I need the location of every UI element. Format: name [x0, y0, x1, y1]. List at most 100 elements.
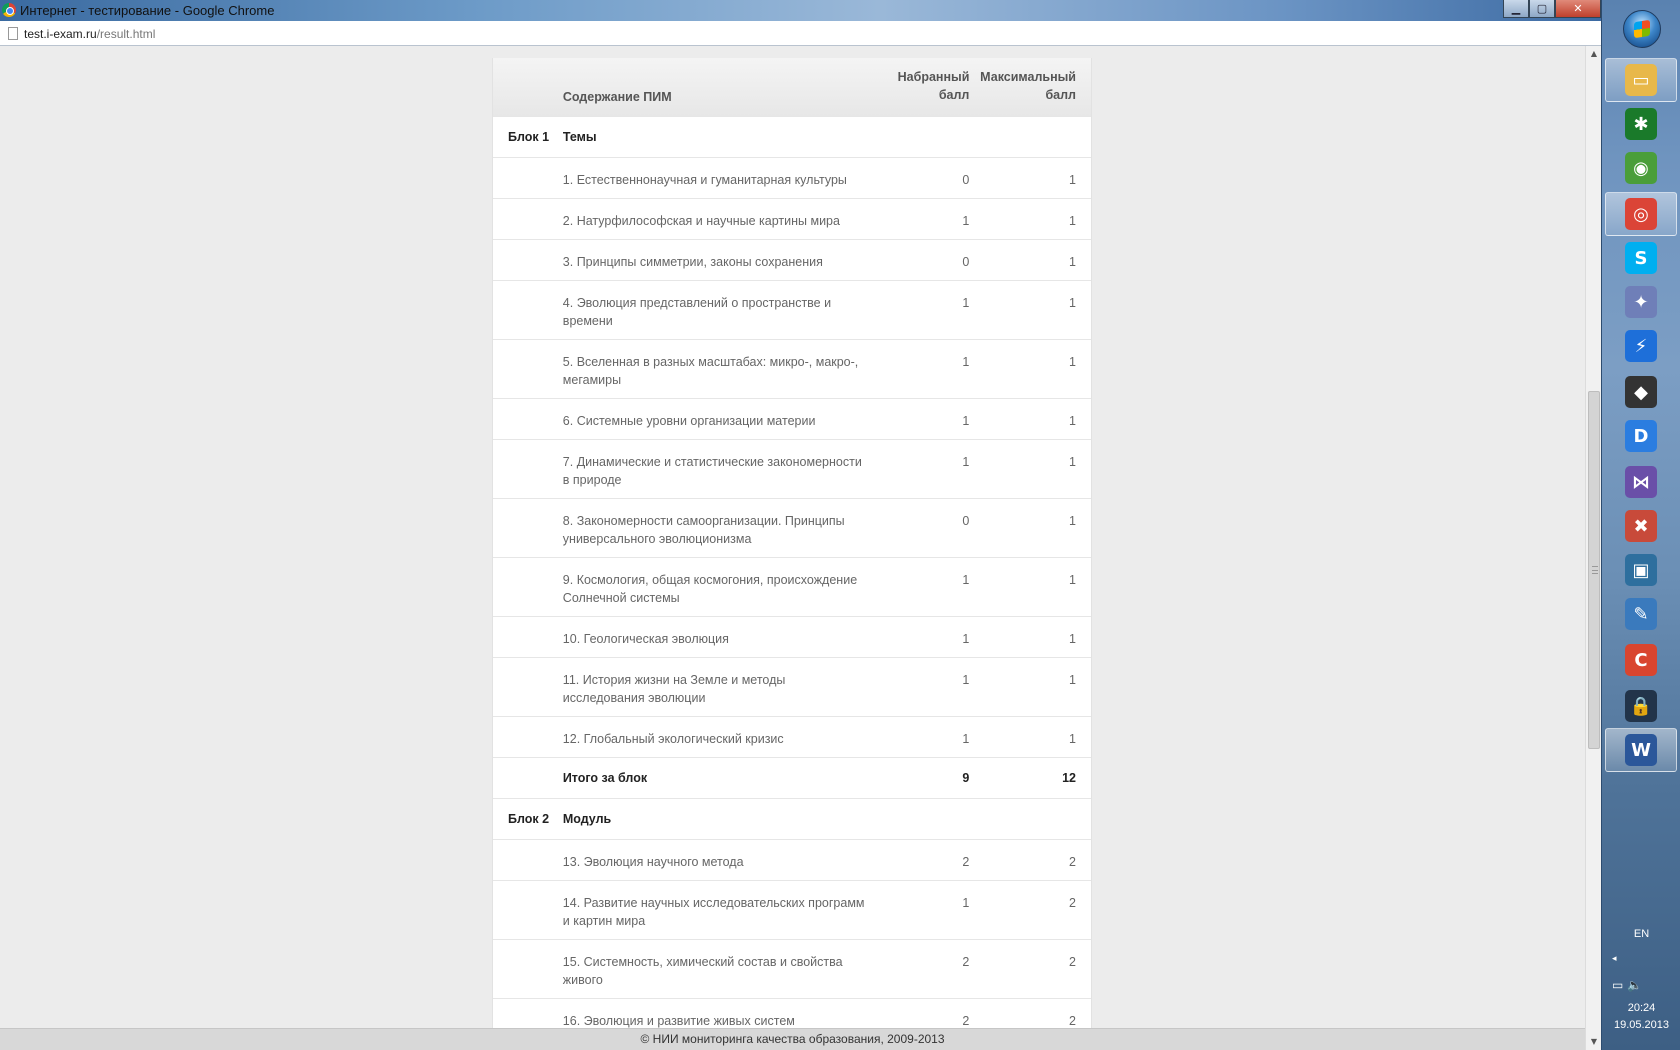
table-row: 8. Закономерности самоорганизации. Принц…: [493, 499, 1091, 558]
taskbar-item-flash[interactable]: ⚡: [1605, 324, 1677, 368]
topic-max: 1: [1069, 573, 1076, 587]
taskbar-item-skype[interactable]: S: [1605, 236, 1677, 280]
row-block-cell: [493, 253, 563, 280]
block-row: Блок 2 Модуль: [493, 799, 1091, 840]
block-title: Темы: [562, 130, 597, 144]
topic-name: 4. Эволюция представлений о пространстве…: [562, 296, 832, 328]
row-block-cell: [493, 453, 563, 498]
taskbar-item-foxit[interactable]: ◆: [1605, 370, 1677, 414]
topic-name: 16. Эволюция и развитие живых систем: [562, 1014, 795, 1028]
chrome-icon: [2, 3, 16, 17]
topic-max: 1: [1069, 355, 1076, 369]
address-bar[interactable]: test.i-exam.ru/result.html: [0, 21, 1601, 46]
topic-max: 1: [1069, 414, 1076, 428]
header-score-line2: балл: [938, 88, 970, 102]
topic-score: 1: [962, 732, 970, 746]
window-title: Интернет - тестирование - Google Chrome: [20, 3, 275, 18]
header-score: Набранный балл: [874, 58, 970, 116]
taskbar-item-network[interactable]: ◉: [1605, 146, 1677, 190]
block-label: Блок 2: [508, 812, 550, 826]
topic-max: 1: [1069, 455, 1076, 469]
scroll-grip-icon: [1592, 566, 1598, 574]
topic-score: 1: [962, 414, 970, 428]
tray-network-volume-icons[interactable]: ▭ 🔈: [1612, 978, 1642, 992]
topic-name: 14. Развитие научных исследовательских п…: [562, 896, 865, 928]
taskbar-item-word[interactable]: W: [1605, 728, 1677, 772]
topic-max: 1: [1069, 296, 1076, 310]
clock-time[interactable]: 20:24: [1602, 1002, 1680, 1014]
visual-studio-icon: ⋈: [1625, 466, 1657, 498]
media-icon: ✦: [1625, 286, 1657, 318]
close-button[interactable]: ✕: [1555, 0, 1601, 18]
table-row: 16. Эволюция и развитие живых систем 2 2: [493, 999, 1091, 1028]
taskbar-item-media[interactable]: ✦: [1605, 280, 1677, 324]
tray-expand-icon[interactable]: ◂: [1612, 954, 1617, 964]
row-block-cell: [493, 630, 563, 657]
topic-max: 2: [1069, 896, 1076, 910]
topic-score: 1: [962, 673, 970, 687]
topic-max: 2: [1069, 855, 1076, 869]
table-row: 5. Вселенная в разных масштабах: микро-,…: [493, 340, 1091, 399]
header-content: Содержание ПИМ: [562, 90, 672, 104]
ccleaner-icon: C: [1625, 644, 1657, 676]
row-block-cell: [493, 671, 563, 716]
page-icon: [8, 27, 18, 40]
topic-max: 1: [1069, 632, 1076, 646]
flash-icon: ⚡: [1625, 330, 1657, 362]
row-block-cell: [493, 953, 563, 998]
table-row: 7. Динамические и статистические законом…: [493, 440, 1091, 499]
windows-flag-icon: [1634, 19, 1650, 39]
taskbar-item-chrome[interactable]: ◎: [1605, 192, 1677, 236]
network-icon: ◉: [1625, 152, 1657, 184]
table-row: 9. Космология, общая космогония, происхо…: [493, 558, 1091, 617]
taskbar-item-settings[interactable]: ✎: [1605, 592, 1677, 636]
clock-date[interactable]: 19.05.2013: [1602, 1019, 1680, 1031]
maximize-button[interactable]: ▢: [1529, 0, 1555, 18]
topic-name: 6. Системные уровни организации материи: [562, 414, 816, 428]
daemon-icon: D: [1625, 420, 1657, 452]
topic-score: 1: [962, 355, 970, 369]
row-block-cell: [493, 412, 563, 439]
topic-name: 11. История жизни на Земле и методы иссл…: [562, 673, 786, 705]
footer: © НИИ мониторинга качества образования, …: [0, 1028, 1585, 1050]
taskbar-item-lock[interactable]: 🔒: [1605, 684, 1677, 728]
scroll-up-arrow[interactable]: ▲: [1586, 46, 1602, 62]
topic-max: 1: [1069, 732, 1076, 746]
taskbar-item-tools[interactable]: ✖: [1605, 504, 1677, 548]
taskbar-item-daemon[interactable]: D: [1605, 414, 1677, 458]
table-row: 12. Глобальный экологический кризис 1 1: [493, 717, 1091, 758]
language-indicator[interactable]: EN: [1602, 928, 1680, 940]
topic-name: 5. Вселенная в разных масштабах: микро-,…: [562, 355, 859, 387]
taskbar-item-explorer[interactable]: ▭: [1605, 58, 1677, 102]
page-viewport: Содержание ПИМ Набранный балл Максимальны…: [0, 46, 1585, 1028]
taskbar-item-ccleaner[interactable]: C: [1605, 638, 1677, 682]
header-max: Максимальный балл: [969, 58, 1091, 116]
word-icon: W: [1625, 734, 1657, 766]
lock-icon: 🔒: [1625, 690, 1657, 722]
topic-score: 0: [962, 514, 970, 528]
topic-name: 3. Принципы симметрии, законы сохранения: [562, 255, 823, 269]
topic-max: 1: [1069, 673, 1076, 687]
taskbar-item-visual-studio[interactable]: ⋈: [1605, 460, 1677, 504]
foxit-icon: ◆: [1625, 376, 1657, 408]
scroll-down-arrow[interactable]: ▼: [1586, 1034, 1602, 1050]
topic-score: 1: [962, 296, 970, 310]
topic-name: 8. Закономерности самоорганизации. Принц…: [562, 514, 845, 546]
table-row: 14. Развитие научных исследовательских п…: [493, 881, 1091, 940]
minimize-button[interactable]: ▁: [1503, 0, 1529, 18]
topic-name: 15. Системность, химический состав и сво…: [562, 955, 843, 987]
scroll-thumb[interactable]: [1588, 391, 1600, 749]
taskbar-item-terminal[interactable]: ✱: [1605, 102, 1677, 146]
total-label: Итого за блок: [562, 771, 648, 785]
topic-name: 9. Космология, общая космогония, происхо…: [562, 573, 858, 605]
start-button[interactable]: [1623, 10, 1661, 48]
block-row: Блок 1 Темы: [493, 117, 1091, 158]
row-block-cell: [493, 512, 563, 557]
monitor-icon: ▣: [1625, 554, 1657, 586]
url-text[interactable]: test.i-exam.ru/result.html: [24, 27, 155, 41]
topic-score: 1: [962, 214, 970, 228]
vertical-scrollbar[interactable]: ▲ ▼: [1585, 46, 1601, 1050]
header-block: [493, 58, 563, 116]
table-header: Содержание ПИМ Набранный балл Максимальны…: [493, 58, 1091, 117]
taskbar-item-monitor[interactable]: ▣: [1605, 548, 1677, 592]
